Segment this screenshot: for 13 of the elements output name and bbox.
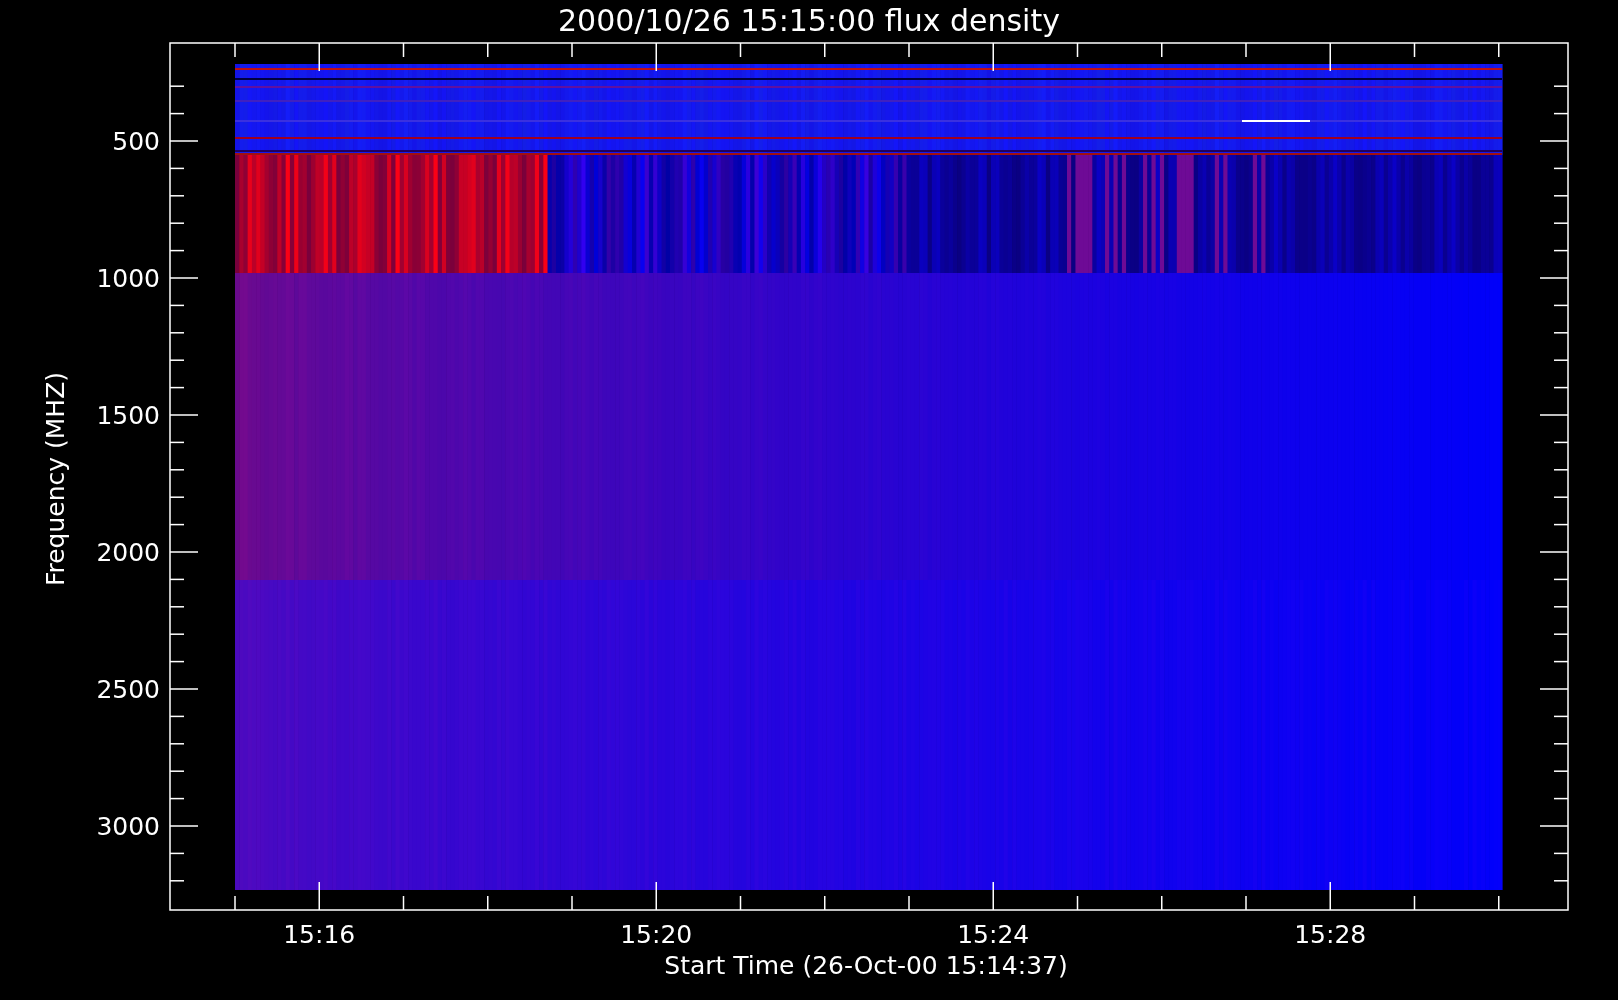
x-axis-label: Start Time (26-Oct-00 15:14:37) (664, 951, 1068, 980)
y-axis-label: Frequency (MHZ) (41, 371, 70, 587)
y-tick-label: 1000 (96, 264, 160, 293)
x-tick-label: 15:24 (957, 920, 1030, 949)
y-tick-label: 3000 (96, 812, 160, 841)
x-tick-label: 15:20 (620, 920, 693, 949)
y-tick-label: 2500 (96, 675, 160, 704)
y-tick-label: 500 (112, 127, 160, 156)
x-tick-label: 15:28 (1294, 920, 1367, 949)
y-tick-label: 2000 (96, 538, 160, 567)
x-tick-label: 15:16 (283, 920, 356, 949)
plot-title: 2000/10/26 15:15:00 flux density (558, 3, 1060, 38)
y-tick-label: 1500 (96, 401, 160, 430)
